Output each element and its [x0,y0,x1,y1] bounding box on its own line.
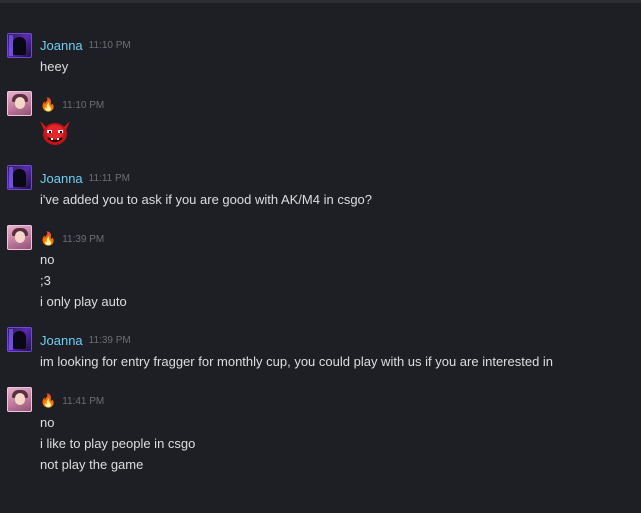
timestamp: 11:39 PM [88,334,131,346]
message-header: 🔥 11:39 PM [40,231,104,247]
message-text: no [40,415,55,430]
chat-log: Joanna 11:10 PM heey 🔥 11:10 PM Joanna 1… [0,0,641,513]
timestamp: 11:11 PM [88,172,130,184]
message-header: Joanna 11:39 PM [40,332,131,348]
message-text: not play the game [40,457,144,472]
message-text: ;3 [40,273,51,288]
sender-name[interactable]: 🔥 [40,232,56,246]
avatar[interactable] [7,91,32,116]
message-header: 🔥 11:41 PM [40,393,104,409]
sender-name[interactable]: 🔥 [40,394,56,408]
timestamp: 11:10 PM [62,99,105,111]
message-header: Joanna 11:11 PM [40,170,130,186]
message-header: 🔥 11:10 PM [40,97,104,113]
message-text: i only play auto [40,294,127,309]
avatar[interactable] [7,327,32,352]
timestamp: 11:10 PM [88,39,131,51]
message-text: im looking for entry fragger for monthly… [40,354,554,369]
message-header: Joanna 11:10 PM [40,37,131,53]
avatar[interactable] [7,165,32,190]
avatar[interactable] [7,33,32,58]
sender-name[interactable]: Joanna [40,38,83,53]
sender-name[interactable]: Joanna [40,171,83,186]
sender-name[interactable]: Joanna [40,333,83,348]
red-devil-emoticon [40,121,70,145]
avatar[interactable] [7,387,32,412]
avatar[interactable] [7,225,32,250]
message-text: i've added you to ask if you are good wi… [40,192,373,207]
message-text: heey [40,59,69,74]
message-text: i like to play people in csgo [40,436,196,451]
message-text: no [40,252,55,267]
timestamp: 11:41 PM [62,395,105,407]
sender-name[interactable]: 🔥 [40,98,56,112]
timestamp: 11:39 PM [62,233,105,245]
